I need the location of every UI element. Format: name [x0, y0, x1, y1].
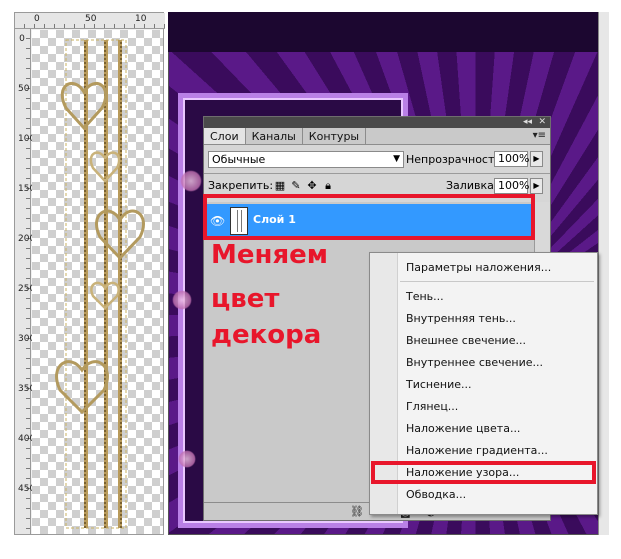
fill-label: Заливка:: [446, 179, 498, 192]
chevron-down-icon: ▼: [393, 154, 400, 164]
ruler-number: 100: [18, 134, 36, 144]
ruler-number: 250: [18, 284, 36, 294]
annotation-line-1: Меняем: [211, 240, 329, 270]
close-icon[interactable]: ✕: [538, 117, 546, 128]
annotation-line-2: цвет: [211, 284, 280, 314]
menu-item-gradient-overlay[interactable]: Наложение градиента...: [406, 444, 548, 458]
ruler-number: 50: [85, 14, 97, 24]
transparent-canvas[interactable]: [32, 30, 163, 534]
menu-item-drop-shadow[interactable]: Тень...: [406, 290, 444, 304]
annotation-line-3: декора: [211, 320, 322, 350]
menu-item-inner-shadow[interactable]: Внутренняя тень...: [406, 312, 516, 326]
lock-transparency-icon[interactable]: ▦: [274, 180, 286, 192]
lock-move-icon[interactable]: ✥: [306, 180, 318, 192]
panel-title-bar[interactable]: ◂◂ ✕: [204, 117, 550, 128]
menu-divider: [400, 281, 594, 282]
lock-paint-icon[interactable]: ✎: [290, 180, 302, 192]
menu-item-outer-glow[interactable]: Внешнее свечение...: [406, 334, 526, 348]
blend-row: Обычные ▼ Непрозрачность: 100% ▶: [204, 149, 550, 171]
ruler-number: 50: [18, 84, 30, 94]
ruler-number: 150: [18, 184, 36, 194]
blend-mode-value: Обычные: [212, 153, 266, 166]
menu-item-color-overlay[interactable]: Наложение цвета...: [406, 422, 520, 436]
opacity-input[interactable]: 100%: [494, 151, 529, 167]
tab-paths[interactable]: Контуры: [303, 128, 367, 144]
menu-item-satin[interactable]: Глянец...: [406, 400, 458, 414]
ruler-number: 350: [18, 384, 36, 394]
collapse-icon[interactable]: ◂◂: [523, 117, 532, 128]
fill-input[interactable]: 100%: [494, 178, 529, 194]
panel-tabs: Слои Каналы Контуры ▾≡: [204, 128, 550, 145]
menu-item-highlight-box: [371, 461, 596, 484]
decor-document-window: 0 50 10 0 50 100 150 200 250 300 350 400…: [14, 12, 165, 535]
opacity-label: Непрозрачность:: [406, 153, 505, 166]
ruler-number: 0: [34, 14, 40, 24]
menu-item-bevel-emboss[interactable]: Тиснение...: [406, 378, 471, 392]
ruler-number: 10: [135, 14, 147, 24]
artwork-top-strip: [168, 12, 608, 52]
bokeh-light: [172, 290, 192, 310]
lock-all-icon[interactable]: 🔒︎: [322, 180, 334, 192]
heart-chain-decor-image: [55, 39, 145, 529]
menu-item-inner-glow[interactable]: Внутреннее свечение...: [406, 356, 543, 370]
link-icon[interactable]: ⛓︎: [350, 505, 364, 518]
menu-item-stroke[interactable]: Обводка...: [406, 488, 466, 502]
vertical-ruler: 0 50 100 150 200 250 300 350 400 450: [15, 29, 36, 534]
opacity-arrow-icon[interactable]: ▶: [530, 151, 543, 167]
blend-mode-select[interactable]: Обычные ▼: [208, 151, 404, 168]
ruler-number: 200: [18, 234, 36, 244]
fill-arrow-icon[interactable]: ▶: [530, 178, 543, 194]
ruler-number: 300: [18, 334, 36, 344]
horizontal-ruler: 0 50 10: [15, 13, 165, 29]
bokeh-light: [180, 170, 202, 192]
panel-menu-icon[interactable]: ▾≡: [533, 130, 546, 141]
menu-item-blending-options[interactable]: Параметры наложения...: [406, 261, 551, 275]
lock-label: Закрепить:: [208, 179, 274, 192]
tab-channels[interactable]: Каналы: [246, 128, 303, 144]
bokeh-light: [178, 450, 196, 468]
ruler-number: 0: [19, 34, 25, 44]
tab-layers[interactable]: Слои: [204, 128, 246, 144]
layer-highlight-box: [203, 194, 535, 240]
ruler-number: 400: [18, 434, 36, 444]
document-scrollbar[interactable]: [598, 12, 609, 535]
ruler-number: 450: [18, 484, 36, 494]
